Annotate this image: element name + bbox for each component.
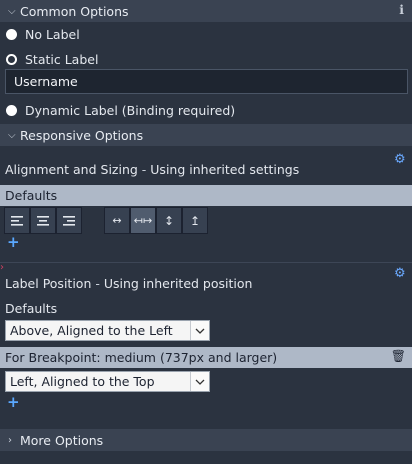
label-position-title: Label Position (5, 276, 92, 291)
stretch-width-button[interactable]: ↤↦ (130, 207, 156, 234)
label-position-defaults-label: Defaults (5, 301, 58, 316)
chevron-down-icon (190, 372, 209, 391)
radio-label: No Label (25, 26, 80, 42)
breakpoint-position-value: Left, Aligned to the Top (10, 374, 155, 389)
alignment-subtitle: Using inherited settings (150, 162, 300, 177)
align-right-button[interactable] (56, 207, 82, 234)
responsive-options-header[interactable]: ⌵ Responsive Options (0, 124, 412, 146)
label-position-subtitle: Using inherited position (103, 276, 253, 291)
trash-icon[interactable]: 🗑 (391, 349, 406, 363)
radio-static-label[interactable]: Static Label (6, 50, 98, 68)
align-button-group (4, 207, 82, 234)
breakpoint-band: For Breakpoint: medium (737px and larger… (0, 347, 412, 368)
more-options-header[interactable]: › More Options (0, 429, 412, 451)
common-options-header[interactable]: ⌵ Common Options i (0, 0, 412, 22)
label-position-title-row: Label Position - Using inherited positio… (5, 276, 253, 291)
responsive-options-title: Responsive Options (20, 127, 144, 143)
align-left-icon (11, 215, 23, 226)
add-breakpoint-icon[interactable]: + (7, 395, 20, 410)
more-options-title: More Options (20, 432, 104, 448)
radio-label: Static Label (25, 51, 99, 67)
fit-height-button[interactable]: ↕ (156, 207, 182, 234)
common-options-title: Common Options (20, 3, 129, 19)
gear-icon[interactable]: ⚙ (394, 152, 406, 167)
add-alignment-icon[interactable]: + (7, 235, 20, 250)
align-center-icon (37, 215, 49, 226)
alignment-title: Alignment and Sizing (5, 162, 138, 177)
size-button-group: ↔ ↤↦ ↕ ↥ (104, 207, 208, 234)
radio-no-label[interactable]: No Label (6, 25, 80, 43)
stretch-width-icon: ↤↦ (133, 214, 153, 227)
fit-width-button[interactable]: ↔ (104, 207, 130, 234)
divider (0, 262, 412, 263)
stretch-height-icon: ↥ (189, 213, 201, 228)
radio-icon[interactable] (6, 104, 17, 116)
align-left-button[interactable] (4, 207, 30, 234)
radio-icon[interactable] (6, 28, 17, 40)
radio-label: Dynamic Label (Binding required) (25, 102, 236, 118)
alignment-title-row: Alignment and Sizing - Using inherited s… (5, 162, 300, 177)
fit-height-icon: ↕ (163, 213, 175, 228)
info-icon[interactable]: i (399, 2, 404, 17)
alignment-defaults-label: Defaults (5, 188, 58, 203)
radio-selected-icon[interactable] (6, 53, 17, 65)
chevron-right-icon: › (0, 262, 4, 273)
gear-icon[interactable]: ⚙ (394, 266, 406, 281)
radio-dynamic-label[interactable]: Dynamic Label (Binding required) (6, 101, 235, 119)
align-right-icon (63, 215, 75, 226)
breakpoint-position-select[interactable]: Left, Aligned to the Top (5, 371, 210, 392)
chevron-down-icon: ⌵ (8, 5, 16, 17)
defaults-position-select[interactable]: Above, Aligned to the Left (5, 320, 210, 341)
chevron-down-icon (190, 321, 209, 340)
chevron-down-icon: ⌵ (8, 129, 16, 141)
alignment-defaults-band: Defaults (0, 185, 412, 206)
chevron-right-icon: › (8, 434, 12, 446)
stretch-height-button[interactable]: ↥ (182, 207, 208, 234)
static-label-input[interactable]: Username (5, 69, 408, 94)
breakpoint-label: For Breakpoint: medium (737px and larger… (5, 350, 278, 365)
static-label-value: Username (14, 74, 78, 89)
fit-width-icon: ↔ (112, 214, 122, 227)
defaults-position-value: Above, Aligned to the Left (10, 323, 173, 338)
align-center-button[interactable] (30, 207, 56, 234)
